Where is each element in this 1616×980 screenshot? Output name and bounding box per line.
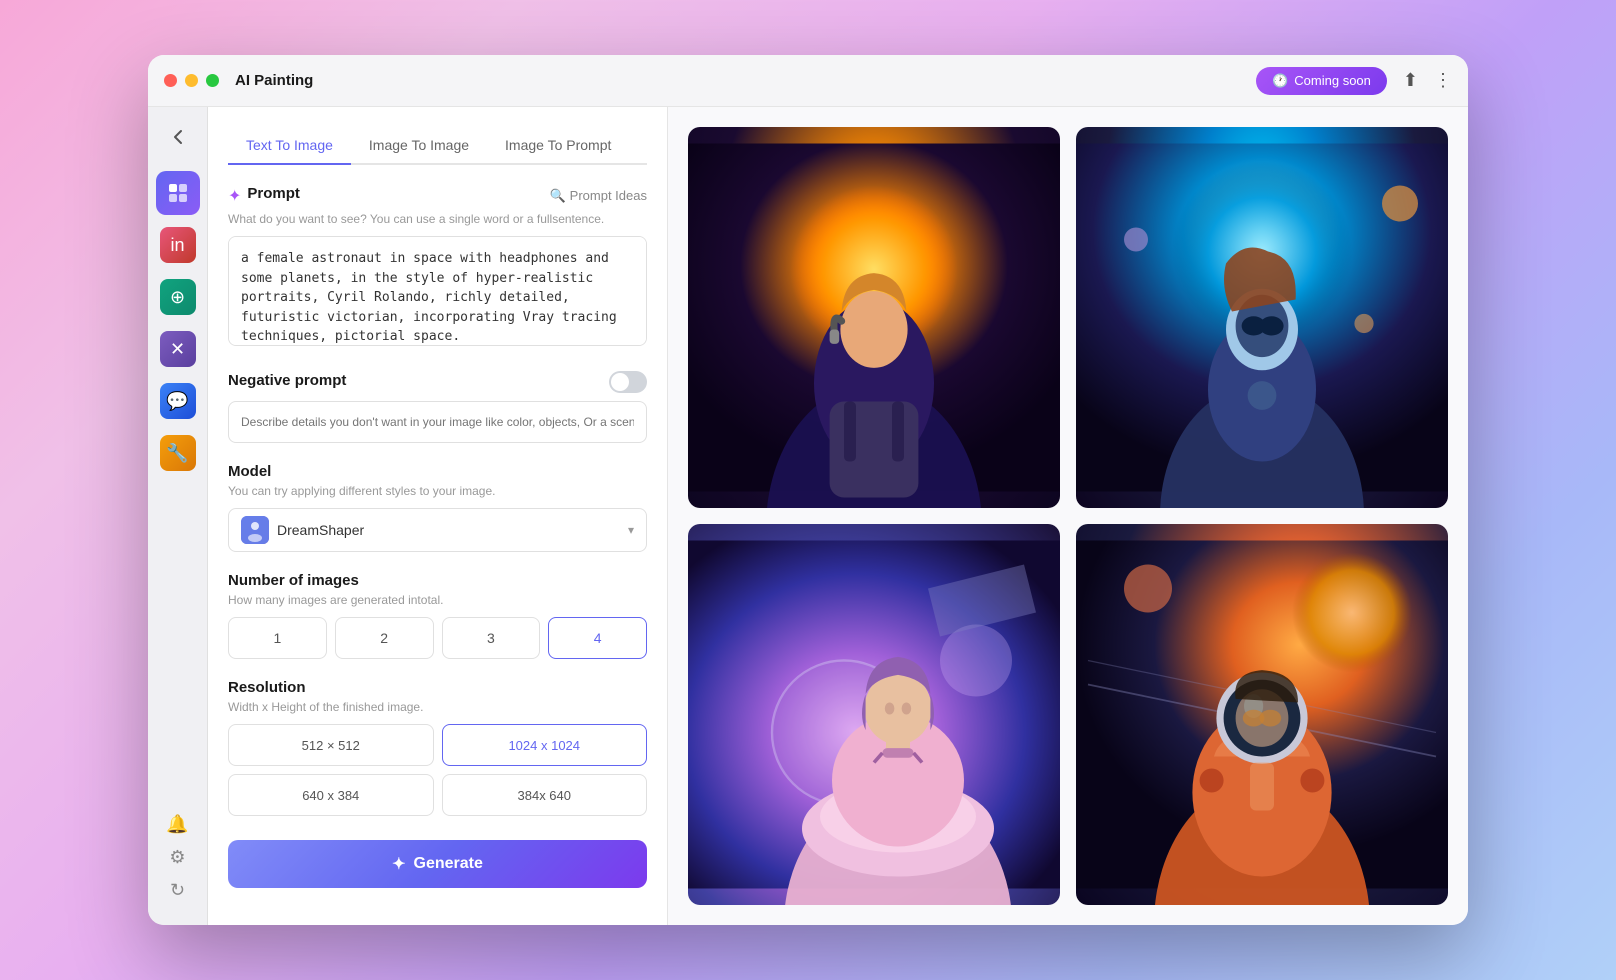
prompt-header: ✦ Prompt 🔍 Prompt Ideas: [228, 185, 647, 206]
clock-icon: 🕐: [1272, 73, 1288, 89]
resolution-title: Resolution: [228, 679, 647, 696]
back-button[interactable]: [160, 119, 196, 155]
coming-soon-label: Coming soon: [1294, 73, 1371, 88]
negative-prompt-title: Negative prompt: [228, 372, 346, 389]
model-title: Model: [228, 463, 647, 480]
model-dropdown[interactable]: DreamShaper ▾: [228, 508, 647, 552]
tab-image-to-prompt[interactable]: Image To Prompt: [487, 127, 629, 165]
prompt-input[interactable]: [228, 236, 647, 346]
minimize-button[interactable]: [185, 74, 198, 87]
resolution-grid: 512 × 512 1024 x 1024 640 x 384 384x 640: [228, 724, 647, 816]
num-images-desc: How many images are generated intotal.: [228, 593, 647, 607]
model-avatar: [241, 516, 269, 544]
resolution-section: Resolution Width x Height of the finishe…: [228, 679, 647, 816]
res-384-button[interactable]: 384x 640: [442, 774, 648, 816]
prompt-title: Prompt: [247, 185, 300, 202]
num-1-button[interactable]: 1: [228, 617, 327, 659]
num-images-buttons: 1 2 3 4: [228, 617, 647, 659]
model-section: Model You can try applying different sty…: [228, 463, 647, 552]
res-640-button[interactable]: 640 x 384: [228, 774, 434, 816]
sidebar-item-chat[interactable]: 💬: [156, 379, 200, 423]
num-4-button[interactable]: 4: [548, 617, 647, 659]
sidebar: in ⊕ ✕ 💬 🔧 🔔 ⚙ ↻: [148, 107, 208, 925]
negative-prompt-toggle[interactable]: [609, 371, 647, 393]
generated-image-4[interactable]: [1076, 524, 1448, 905]
maximize-button[interactable]: [206, 74, 219, 87]
res-512-button[interactable]: 512 × 512: [228, 724, 434, 766]
settings-icon[interactable]: ⚙: [169, 847, 185, 868]
prompt-ideas-label: Prompt Ideas: [570, 188, 647, 203]
num-3-button[interactable]: 3: [442, 617, 541, 659]
search-icon: 🔍: [549, 188, 565, 204]
traffic-lights: [164, 74, 219, 87]
sidebar-item-network[interactable]: ✕: [156, 327, 200, 371]
more-icon[interactable]: ⋮: [1434, 70, 1452, 91]
left-panel: Text To Image Image To Image Image To Pr…: [208, 107, 668, 925]
refresh-icon[interactable]: ↻: [170, 880, 185, 901]
num-2-button[interactable]: 2: [335, 617, 434, 659]
num-images-section: Number of images How many images are gen…: [228, 572, 647, 659]
sidebar-item-grid[interactable]: [156, 171, 200, 215]
generate-label: Generate: [414, 855, 483, 873]
tabs: Text To Image Image To Image Image To Pr…: [228, 127, 647, 165]
generated-image-1[interactable]: [688, 127, 1060, 508]
chevron-down-icon: ▾: [628, 523, 634, 537]
negative-prompt-section: Negative prompt: [228, 371, 647, 443]
negative-prompt-header: Negative prompt: [228, 371, 647, 393]
image-gallery: [668, 107, 1468, 925]
window-title: AI Painting: [235, 72, 1256, 89]
main-layout: in ⊕ ✕ 💬 🔧 🔔 ⚙ ↻: [148, 107, 1468, 925]
res-1024-button[interactable]: 1024 x 1024: [442, 724, 648, 766]
sidebar-item-ai[interactable]: ⊕: [156, 275, 200, 319]
generate-button[interactable]: ✦ Generate: [228, 840, 647, 888]
generate-icon: ✦: [392, 854, 405, 874]
generated-image-3[interactable]: [688, 524, 1060, 905]
negative-prompt-input[interactable]: [228, 401, 647, 443]
prompt-star-icon: ✦: [228, 186, 241, 206]
tab-image-to-image[interactable]: Image To Image: [351, 127, 487, 165]
tab-text-to-image[interactable]: Text To Image: [228, 127, 351, 165]
close-button[interactable]: [164, 74, 177, 87]
app-window: AI Painting 🕐 Coming soon ⬆ ⋮: [148, 55, 1468, 925]
model-name: DreamShaper: [277, 522, 620, 538]
model-desc: You can try applying different styles to…: [228, 484, 647, 498]
sidebar-item-social[interactable]: in: [156, 223, 200, 267]
sidebar-item-tools[interactable]: 🔧: [156, 431, 200, 475]
prompt-ideas-link[interactable]: 🔍 Prompt Ideas: [549, 188, 647, 204]
resolution-desc: Width x Height of the finished image.: [228, 700, 647, 714]
header-actions: ⬆ ⋮: [1403, 70, 1452, 91]
generated-image-2[interactable]: [1076, 127, 1448, 508]
num-images-title: Number of images: [228, 572, 647, 589]
share-icon[interactable]: ⬆: [1403, 70, 1418, 91]
sidebar-bottom: 🔔 ⚙ ↻: [166, 814, 188, 913]
titlebar: AI Painting 🕐 Coming soon ⬆ ⋮: [148, 55, 1468, 107]
coming-soon-button[interactable]: 🕐 Coming soon: [1256, 67, 1387, 95]
prompt-subtitle: What do you want to see? You can use a s…: [228, 212, 647, 226]
notifications-icon[interactable]: 🔔: [166, 814, 188, 835]
